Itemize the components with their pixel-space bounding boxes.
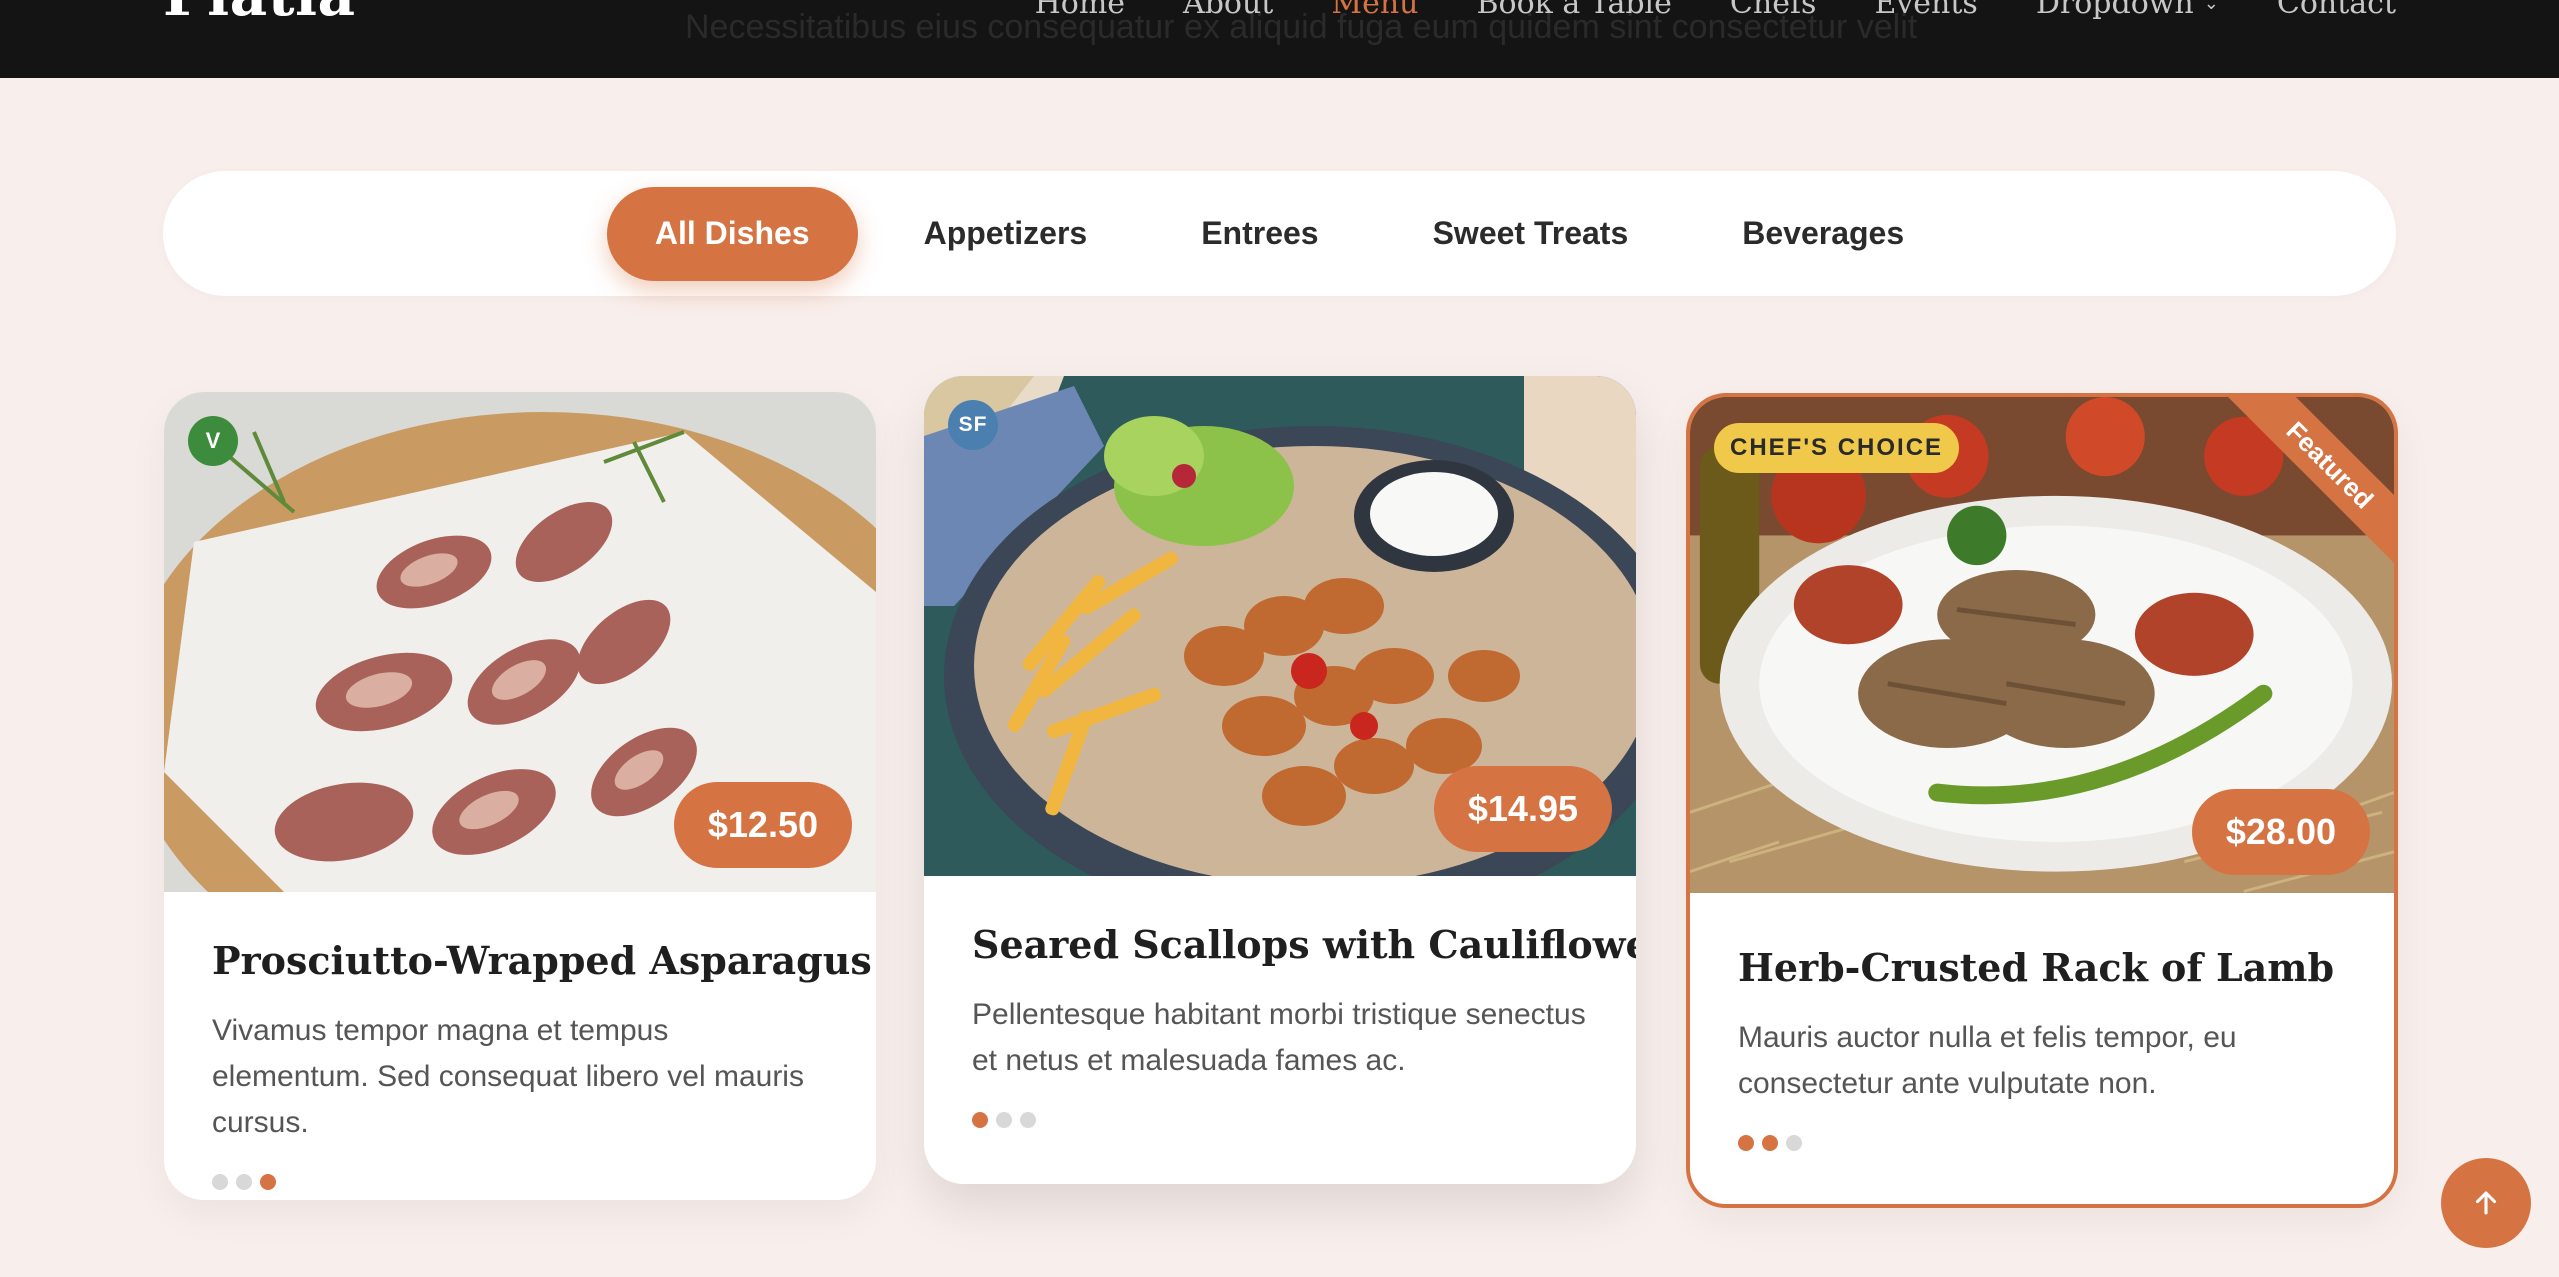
carousel-dot[interactable]	[1020, 1111, 1036, 1128]
dish-description: Mauris auctor nulla et felis tempor, eu …	[1738, 1020, 2237, 1100]
arrow-up-icon	[2475, 1191, 2497, 1215]
scroll-to-top-button[interactable]	[2441, 1158, 2531, 1248]
site-header: Platia Necessitatibus eius consequatur e…	[0, 0, 2559, 78]
nav-item-events[interactable]: Events	[1874, 0, 1977, 22]
dish-title: Herb-Crusted Rack of Lamb	[1738, 945, 2335, 990]
nav-item-chefs[interactable]: Chefs	[1730, 0, 1817, 22]
nav-item-label: Events	[1874, 0, 1978, 21]
nav-item-book-a-table[interactable]: Book a Table	[1476, 0, 1671, 22]
nav-item-label: Chefs	[1729, 0, 1817, 21]
carousel-dot-active[interactable]	[972, 1111, 988, 1128]
menu-card[interactable]: SF $14.95 Seared Scallops with Cauliflow…	[924, 376, 1636, 1184]
nav-item-about[interactable]: About	[1183, 0, 1273, 22]
menu-card[interactable]: V $12.50 Prosciutto-Wrapped Asparagus Vi…	[164, 392, 876, 1200]
carousel-dot-active[interactable]	[1738, 1134, 1754, 1151]
carousel-dot[interactable]	[1786, 1134, 1802, 1151]
carousel-dot-active[interactable]	[260, 1173, 276, 1190]
nav-item-home[interactable]: Home	[1035, 0, 1125, 22]
dish-image: V $12.50	[164, 392, 876, 892]
carousel-dot[interactable]	[996, 1111, 1012, 1128]
dish-title: Prosciutto-Wrapped Asparagus	[212, 938, 872, 983]
nav-item-label: Book a Table	[1476, 0, 1672, 21]
seafood-badge: SF	[948, 400, 998, 450]
dish-description: Vivamus tempor magna et tempus elementum…	[212, 1013, 804, 1139]
nav-item-menu[interactable]: Menu	[1331, 0, 1418, 22]
filter-appetizers[interactable]: Appetizers	[876, 187, 1136, 281]
chefs-choice-badge: CHEF'S CHOICE	[1714, 423, 1960, 473]
menu-filter-bar: All Dishes Appetizers Entrees Sweet Trea…	[163, 171, 2396, 296]
nav-item-label: Dropdown	[2035, 0, 2194, 21]
image-carousel-dots	[1738, 1134, 2346, 1151]
price-tag: $14.95	[1433, 766, 1612, 852]
carousel-dot-active[interactable]	[1762, 1134, 1778, 1151]
image-carousel-dots	[212, 1173, 828, 1190]
site-logo[interactable]: Platia	[163, 0, 356, 24]
dish-description: Pellentesque habitant morbi tristique se…	[972, 997, 1586, 1077]
dish-image: SF $14.95	[924, 376, 1636, 876]
image-carousel-dots	[972, 1111, 1588, 1128]
chevron-down-icon: ⌄	[2203, 0, 2219, 15]
nav-item-label: Home	[1034, 0, 1126, 21]
main-nav: Home About Menu Book a Table Chefs Event…	[977, 0, 2396, 22]
filter-beverages[interactable]: Beverages	[1694, 187, 1952, 281]
nav-item-dropdown[interactable]: Dropdown ⌄	[2036, 0, 2219, 22]
filter-entrees[interactable]: Entrees	[1153, 187, 1366, 281]
vegetarian-badge: V	[188, 416, 238, 466]
nav-item-label: About	[1183, 0, 1274, 21]
price-tag: $12.50	[673, 782, 852, 868]
dish-title: Seared Scallops with Cauliflower	[972, 922, 1636, 967]
nav-item-contact[interactable]: Contact	[2277, 0, 2396, 22]
price-tag: $28.00	[2191, 789, 2370, 875]
filter-all-dishes[interactable]: All Dishes	[606, 186, 858, 281]
nav-item-label: Contact	[2276, 0, 2396, 21]
filter-sweet-treats[interactable]: Sweet Treats	[1385, 187, 1677, 281]
menu-card-featured[interactable]: CHEF'S CHOICE Featured $28.00 Herb-Crust…	[1686, 393, 2398, 1208]
carousel-dot[interactable]	[212, 1173, 228, 1190]
carousel-dot[interactable]	[236, 1173, 252, 1190]
dish-image: CHEF'S CHOICE Featured $28.00	[1690, 397, 2394, 899]
nav-item-label: Menu	[1331, 0, 1419, 21]
